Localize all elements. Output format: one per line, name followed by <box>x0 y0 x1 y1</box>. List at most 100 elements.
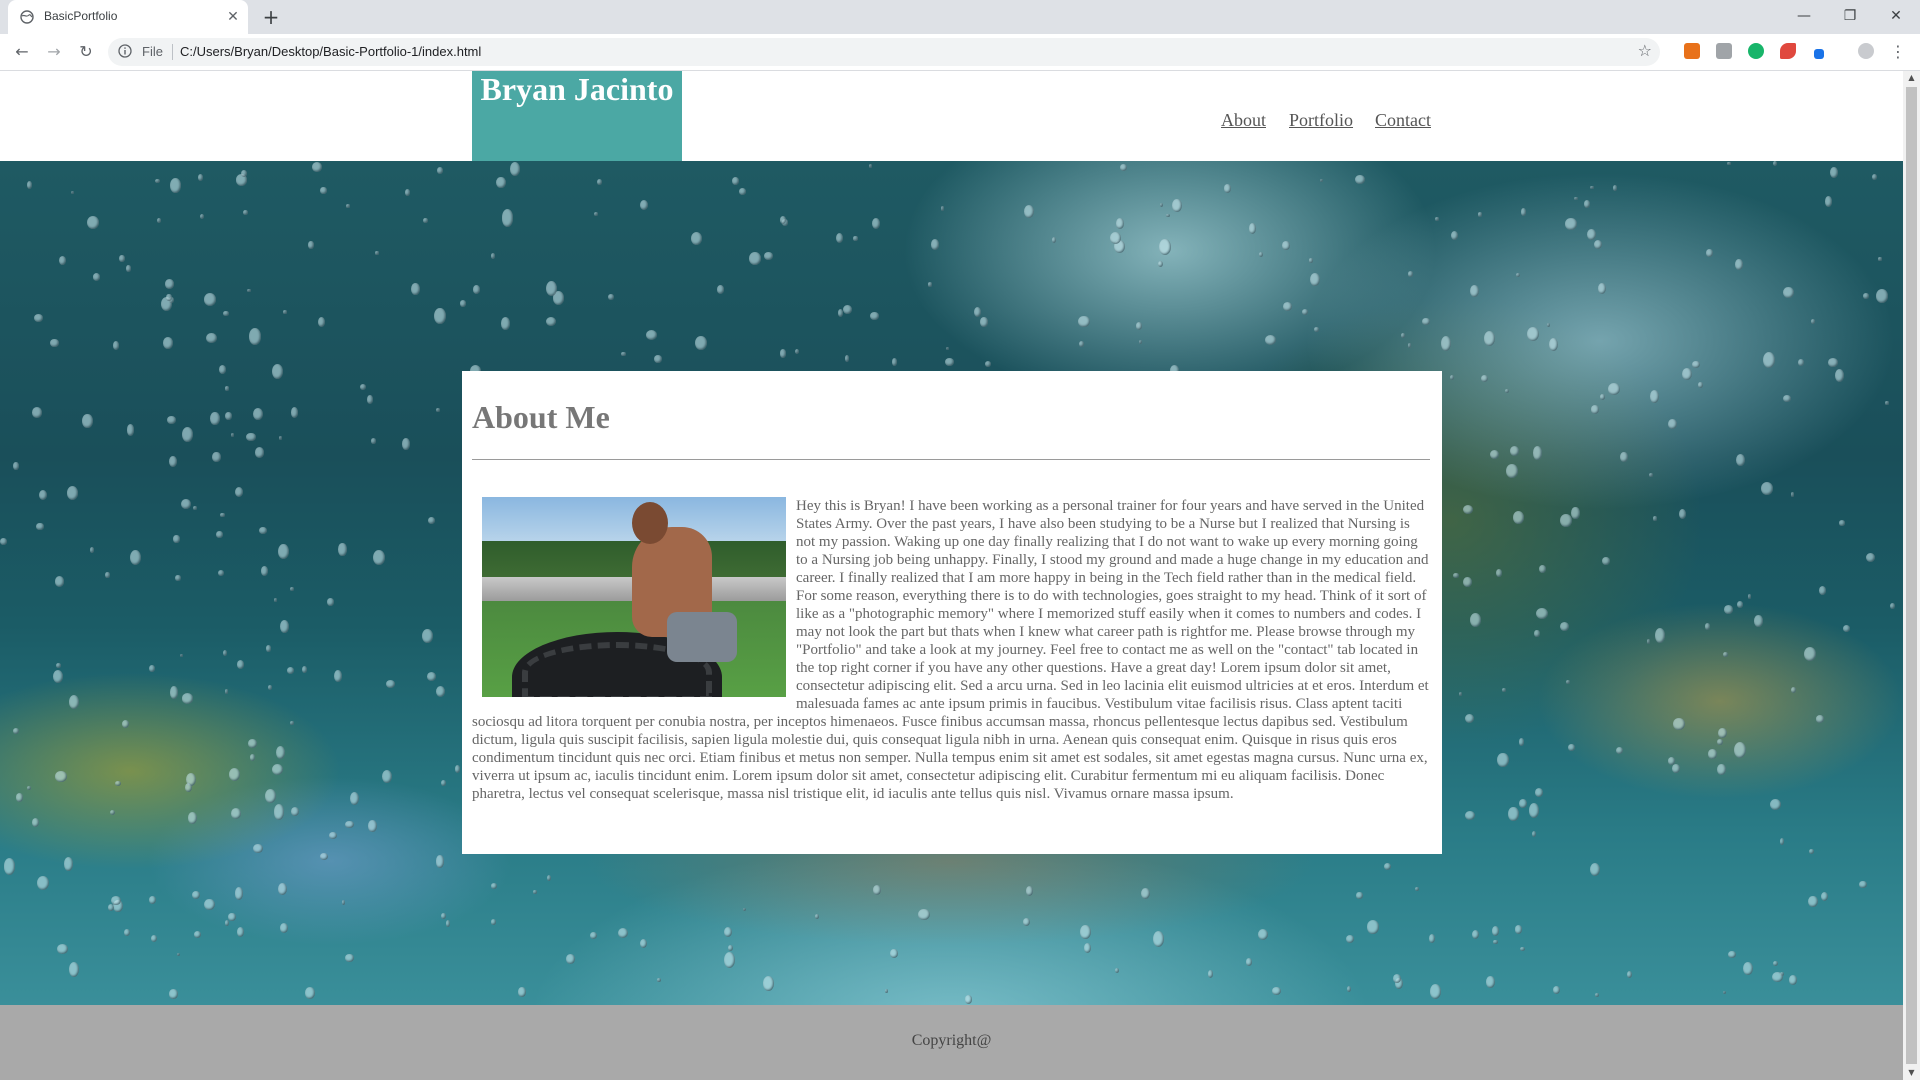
back-icon[interactable]: ← <box>10 40 34 64</box>
raindrop <box>212 451 221 463</box>
raindrop <box>1135 322 1143 330</box>
raindrop <box>1084 942 1092 953</box>
raindrop <box>1648 472 1654 478</box>
raindrop <box>1770 799 1782 811</box>
new-tab-button[interactable]: + <box>260 6 282 28</box>
extension-grammarly-icon[interactable] <box>1748 43 1764 59</box>
raindrop <box>26 785 32 791</box>
extension-office-icon[interactable] <box>1684 43 1700 59</box>
scroll-down-arrow-icon[interactable]: ▼ <box>1903 1066 1920 1080</box>
raindrop <box>1534 788 1543 797</box>
raindrop <box>1514 925 1523 935</box>
minimize-icon[interactable]: — <box>1784 4 1824 28</box>
address-bar[interactable]: File C:/Users/Bryan/Desktop/Basic-Portfo… <box>108 38 1660 66</box>
raindrop <box>36 522 44 531</box>
raindrop <box>261 566 269 576</box>
raindrop <box>454 764 460 773</box>
restore-icon[interactable]: ❐ <box>1830 4 1870 28</box>
raindrop <box>1673 717 1685 731</box>
raindrop <box>197 174 204 182</box>
raindrop <box>1735 453 1745 466</box>
raindrop <box>1586 228 1596 241</box>
raindrop <box>749 252 761 265</box>
raindrop <box>249 328 261 345</box>
info-icon[interactable] <box>118 44 132 58</box>
raindrop <box>1408 271 1414 277</box>
raindrop <box>1602 556 1611 565</box>
raindrop <box>1023 918 1031 927</box>
raindrop <box>1681 367 1693 381</box>
raindrop <box>220 512 225 517</box>
raindrop <box>657 978 661 982</box>
bookmark-star-icon[interactable]: ☆ <box>1638 41 1652 60</box>
raindrop <box>1282 301 1292 311</box>
extension-pdf-icon[interactable] <box>1716 43 1732 59</box>
raindrop <box>1496 568 1503 578</box>
forward-icon[interactable]: → <box>42 40 66 64</box>
raindrop <box>435 685 446 698</box>
profile-avatar-icon[interactable] <box>1858 43 1874 59</box>
person-flipping-tire-photo <box>482 497 786 697</box>
nav-contact-link[interactable]: Contact <box>1375 110 1431 131</box>
raindrop <box>1471 929 1479 939</box>
raindrop <box>1465 713 1474 723</box>
page-scrollbar[interactable]: ▲ ▼ <box>1903 71 1920 1080</box>
raindrop <box>441 912 447 920</box>
scroll-up-arrow-icon[interactable]: ▲ <box>1903 71 1920 85</box>
nav-about-link[interactable]: About <box>1221 110 1266 131</box>
url-text[interactable]: C:/Users/Bryan/Desktop/Basic-Portfolio-1… <box>180 44 481 59</box>
raindrop <box>884 989 889 993</box>
raindrop <box>410 282 420 296</box>
close-window-icon[interactable]: ✕ <box>1876 4 1916 28</box>
globe-icon <box>20 10 34 24</box>
close-tab-icon[interactable]: ✕ <box>224 8 242 26</box>
raindrop <box>54 576 65 587</box>
raindrop <box>193 931 201 938</box>
raindrop <box>590 932 597 940</box>
raindrop <box>1497 752 1509 768</box>
nav-portfolio-link[interactable]: Portfolio <box>1289 110 1353 131</box>
raindrop <box>275 746 285 760</box>
raindrop <box>1051 236 1056 243</box>
raindrop <box>1480 374 1488 383</box>
raindrop <box>653 354 662 364</box>
extension-pen-icon[interactable] <box>1814 49 1824 59</box>
reload-icon[interactable]: ↻ <box>74 40 98 64</box>
raindrop <box>1504 388 1509 394</box>
browser-toolbar: ← → ↻ File C:/Users/Bryan/Desktop/Basic-… <box>0 34 1920 71</box>
raindrop <box>1724 605 1734 614</box>
raindrop <box>1798 358 1805 367</box>
raindrop <box>311 161 322 172</box>
raindrop <box>1159 202 1163 207</box>
raindrop <box>255 447 265 458</box>
raindrop <box>234 487 243 498</box>
raindrop <box>1528 802 1540 818</box>
raindrop <box>1345 935 1354 944</box>
raindrop <box>1355 174 1365 185</box>
brand-block[interactable]: Bryan Jacinto <box>472 71 682 161</box>
raindrop <box>34 313 44 322</box>
raindrop <box>426 671 437 682</box>
extension-red-arrow-icon[interactable] <box>1780 43 1796 59</box>
scroll-thumb[interactable] <box>1906 87 1917 1064</box>
raindrop <box>37 875 50 890</box>
raindrop <box>290 720 294 725</box>
raindrop <box>1653 516 1657 521</box>
raindrop <box>253 843 263 854</box>
raindrop <box>1282 240 1290 250</box>
raindrop <box>1782 395 1791 403</box>
raindrop <box>1539 564 1547 573</box>
raindrop <box>286 666 295 674</box>
raindrop <box>596 179 602 185</box>
divider <box>172 44 173 60</box>
tab-basicportfolio[interactable]: BasicPortfolio ✕ <box>8 0 248 34</box>
raindrop <box>181 498 192 510</box>
raindrop <box>941 206 945 211</box>
menu-kebab-icon[interactable]: ⋮ <box>1886 40 1910 64</box>
raindrop <box>165 279 174 289</box>
raindrop <box>1565 218 1577 230</box>
raindrop <box>1705 248 1713 258</box>
raindrop <box>1450 375 1455 381</box>
raindrop <box>1589 863 1600 876</box>
raindrop <box>119 254 125 262</box>
